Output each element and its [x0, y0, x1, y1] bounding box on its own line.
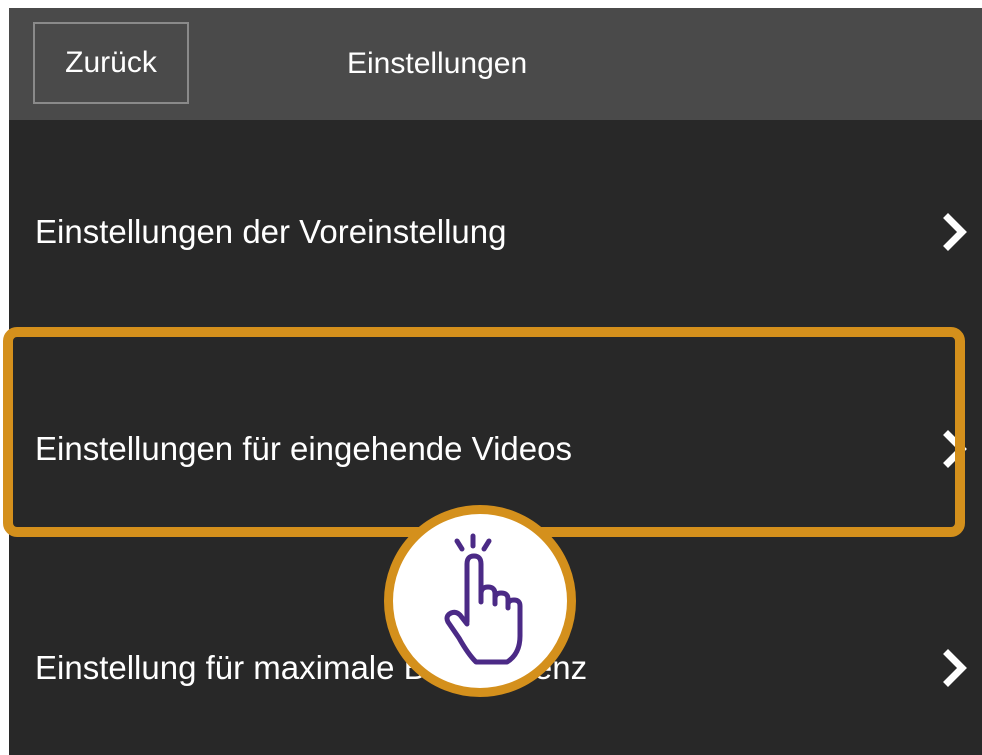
chevron-right-icon	[943, 430, 967, 468]
header-bar: Zurück Einstellungen	[9, 8, 982, 120]
page-title: Einstellungen	[347, 47, 528, 80]
chevron-right-icon	[943, 649, 967, 687]
menu-item-label: Einstellungen für eingehende Videos	[35, 430, 572, 467]
tap-hint	[384, 505, 576, 697]
chevron-right-icon	[943, 213, 967, 251]
menu-item-label: Einstellungen der Voreinstellung	[35, 213, 507, 250]
tap-hand-icon	[444, 533, 523, 665]
back-button[interactable]: Zurück	[33, 22, 189, 104]
menu-item-default-settings[interactable]: Einstellungen der Voreinstellung	[9, 120, 982, 340]
